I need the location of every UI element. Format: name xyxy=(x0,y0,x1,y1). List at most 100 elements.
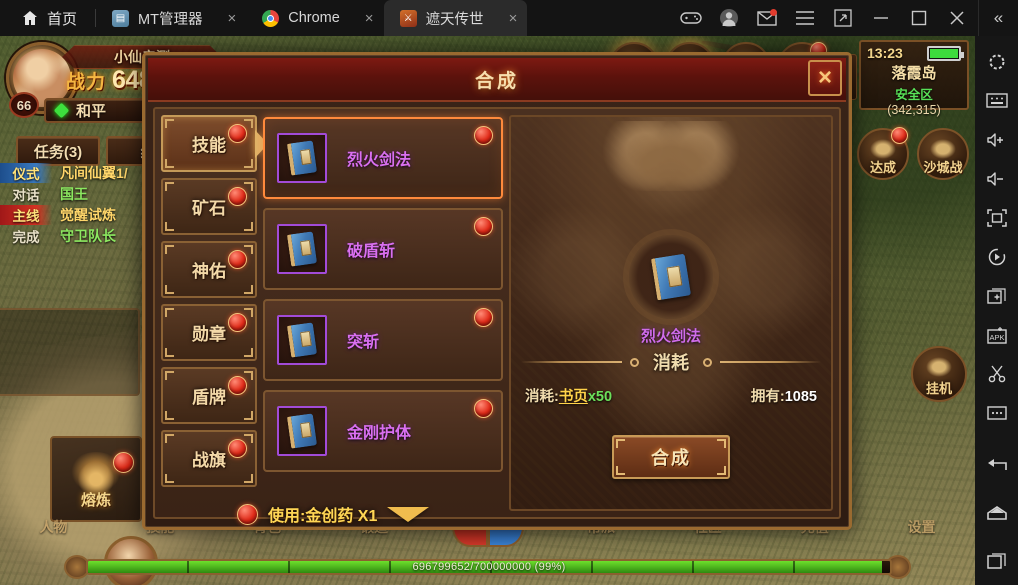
home-icon xyxy=(23,11,37,25)
home-icon[interactable] xyxy=(975,489,1018,537)
titlebar-icon-group xyxy=(672,0,978,36)
notification-dot xyxy=(113,452,134,473)
back-icon[interactable] xyxy=(975,441,1018,489)
minimap-panel[interactable]: 13:23 落霞岛 安全区 (342,315) xyxy=(859,40,969,117)
home-tab[interactable]: 首页 xyxy=(0,0,95,36)
skill-book-icon xyxy=(286,322,318,358)
notification-dot xyxy=(228,439,247,458)
tab-mt-manager[interactable]: ▤ MT管理器 × xyxy=(96,0,246,36)
tab-game-label: 遮天传世 xyxy=(425,11,484,28)
menu-icon[interactable] xyxy=(786,0,824,36)
more-icon[interactable] xyxy=(975,393,1018,432)
quest-row[interactable]: 仪式 凡间仙翼1/ xyxy=(0,162,142,183)
synthesize-button-label: 合成 xyxy=(651,448,691,468)
tab-close-icon[interactable]: × xyxy=(211,10,236,27)
use-item-row[interactable]: 使用:金创药 X1 xyxy=(237,502,430,526)
dialog-titlebar: 合成 × xyxy=(148,58,846,102)
synthesis-dialog: 合成 × 技能 矿石 神佑 勋章 盾牌 战旗 烈火剑法 破盾斩 突斩 金刚护体 … xyxy=(142,52,852,530)
fullscreen-icon[interactable] xyxy=(975,198,1018,237)
list-item[interactable]: 破盾斩 xyxy=(263,208,503,290)
titlebar-spacer xyxy=(527,0,672,36)
list-item[interactable]: 烈火剑法 xyxy=(263,117,503,199)
dialog-close-button[interactable]: × xyxy=(808,60,842,96)
volume-down-icon[interactable] xyxy=(975,159,1018,198)
keyboard-icon[interactable] xyxy=(975,81,1018,120)
notification-dot xyxy=(228,250,247,269)
close-icon[interactable] xyxy=(938,0,976,36)
tab-game[interactable]: ⚔ 遮天传世 × xyxy=(383,0,528,36)
category-shield[interactable]: 盾牌 xyxy=(161,367,257,424)
sabac-war-button[interactable]: 沙城战 xyxy=(917,128,969,180)
mail-icon[interactable] xyxy=(748,0,786,36)
sabac-war-icon xyxy=(930,139,956,159)
scissors-icon[interactable] xyxy=(975,354,1018,393)
menu-settings[interactable]: 设置 xyxy=(868,517,975,537)
afk-button[interactable]: 挂机 xyxy=(911,346,967,402)
account-icon[interactable] xyxy=(710,0,748,36)
chrome-icon xyxy=(262,9,280,27)
cost-quantity: x50 xyxy=(587,389,613,405)
item-name: 突斩 xyxy=(347,334,380,351)
tab-close-icon[interactable]: × xyxy=(349,10,374,27)
minimize-icon[interactable] xyxy=(862,0,900,36)
map-name: 落霞岛 xyxy=(891,65,937,82)
preview-item-slot[interactable] xyxy=(629,235,713,319)
tab-chrome[interactable]: Chrome × xyxy=(246,0,383,36)
use-item-label: 使用:金创药 X1 xyxy=(268,508,378,525)
quest-tag: 完成 xyxy=(12,229,40,245)
emulator-window: 首页 ▤ MT管理器 × Chrome × ⚔ 遮天传世 × « 66 战力 和… xyxy=(0,0,1018,585)
quest-row[interactable]: 完成 守卫队长 xyxy=(0,225,142,246)
tab-mt-manager-label: MT管理器 xyxy=(138,11,203,28)
gear-icon[interactable] xyxy=(975,42,1018,81)
volume-up-icon[interactable] xyxy=(975,120,1018,159)
category-label: 矿石 xyxy=(192,199,226,218)
category-label: 盾牌 xyxy=(192,388,226,407)
collapse-icon[interactable]: « xyxy=(978,0,1018,36)
category-label: 技能 xyxy=(192,136,226,155)
apk-install-icon[interactable]: APK xyxy=(975,315,1018,354)
category-banner[interactable]: 战旗 xyxy=(161,430,257,487)
owned-value: 1085 xyxy=(784,389,817,405)
achievement-icon xyxy=(870,139,896,159)
detail-item-name: 烈火剑法 xyxy=(640,328,701,345)
cost-item-name[interactable]: 书页 xyxy=(559,389,588,405)
category-label: 战旗 xyxy=(192,451,226,470)
item-list: 烈火剑法 破盾斩 突斩 金刚护体 xyxy=(263,115,503,511)
experience-bar: 696799652/700000000 (99%) xyxy=(86,559,892,575)
list-item[interactable]: 突斩 xyxy=(263,299,503,381)
clock-label: 13:23 xyxy=(867,45,903,61)
chevron-down-icon[interactable] xyxy=(387,506,430,522)
category-blessing[interactable]: 神佑 xyxy=(161,241,257,298)
svg-text:APK: APK xyxy=(989,333,1004,342)
category-skills[interactable]: 技能 xyxy=(161,115,268,172)
skill-book-icon xyxy=(286,413,318,449)
rotate-icon[interactable] xyxy=(975,237,1018,276)
add-window-icon[interactable] xyxy=(975,276,1018,315)
quest-tracker[interactable]: 仪式 凡间仙翼1/ 对话 国王 主线 觉醒试炼 完成 守卫队长 xyxy=(0,162,142,246)
list-item[interactable]: 金刚护体 xyxy=(263,390,503,472)
owned-label: 拥有: xyxy=(750,389,785,405)
maximize-icon[interactable] xyxy=(900,0,938,36)
menu-character[interactable]: 人物 xyxy=(0,517,107,537)
quest-row[interactable]: 对话 国王 xyxy=(0,183,142,204)
achievement-button[interactable]: 达成 xyxy=(857,127,909,180)
gamepad-icon[interactable] xyxy=(672,0,710,36)
resize-icon[interactable] xyxy=(824,0,862,36)
emulator-titlebar: 首页 ▤ MT管理器 × Chrome × ⚔ 遮天传世 × « xyxy=(0,0,1018,36)
cost-row: 消耗:书页x50 拥有:1085 xyxy=(525,385,817,406)
quest-tag: 仪式 xyxy=(0,162,52,183)
quest-tag: 对话 xyxy=(12,187,40,203)
sabac-war-label: 沙城战 xyxy=(923,160,963,175)
category-medal[interactable]: 勋章 xyxy=(161,304,257,361)
synthesize-button[interactable]: 合成 xyxy=(612,435,730,479)
chat-panel[interactable] xyxy=(0,308,140,396)
quest-row[interactable]: 主线 觉醒试炼 xyxy=(0,204,142,225)
notification-dot xyxy=(228,187,247,206)
category-ore[interactable]: 矿石 xyxy=(161,178,257,235)
recents-icon[interactable] xyxy=(975,537,1018,585)
mt-manager-icon: ▤ xyxy=(112,9,130,27)
item-icon-slot xyxy=(277,133,327,183)
item-icon-slot xyxy=(277,406,327,456)
tab-close-icon[interactable]: × xyxy=(493,10,518,27)
zone-type-label: 安全区 xyxy=(895,88,933,102)
